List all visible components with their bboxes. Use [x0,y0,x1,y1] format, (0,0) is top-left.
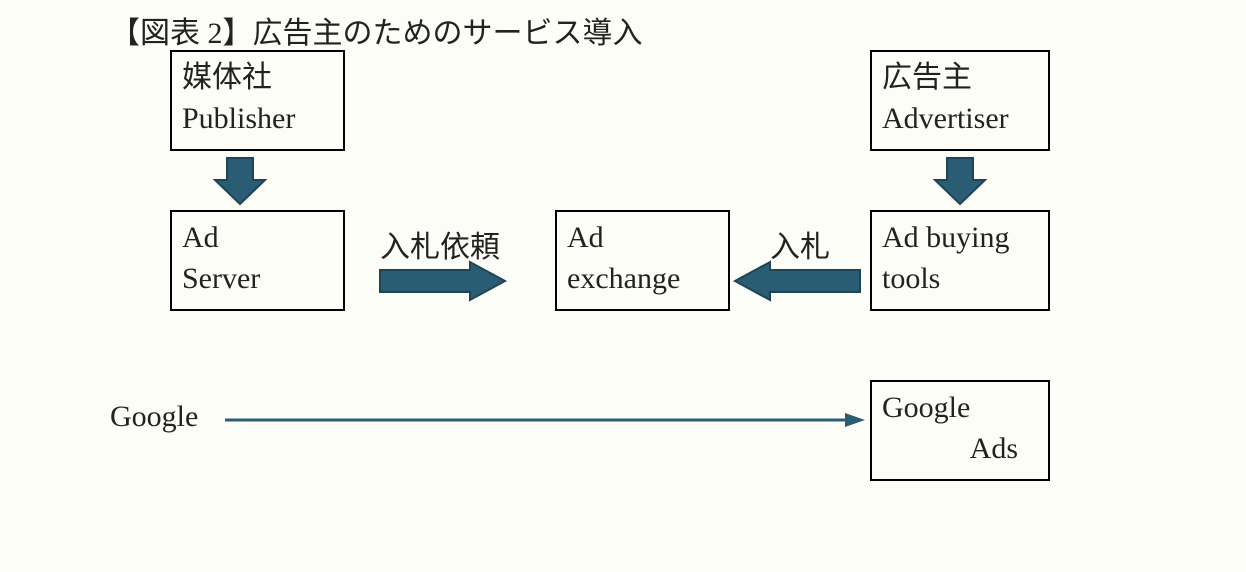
box-publisher-line2: Publisher [182,99,333,140]
box-googleads-line2: Ads [882,429,1038,470]
arrow-long-right-icon [225,410,865,430]
label-bidrequest: 入札依頼 [380,222,500,266]
box-adexchange-line2: exchange [567,259,718,300]
box-advertiser-line2: Advertiser [882,99,1038,140]
arrow-right-icon [380,262,505,300]
arrow-left-icon [735,262,860,300]
box-adexchange-line1: Ad [567,218,718,259]
box-advertiser: 広告主 Advertiser [870,50,1050,151]
box-adserver: Ad Server [170,210,345,311]
box-googleads-line1: Google [882,388,1038,429]
label-google: Google [110,400,198,434]
figure-title: 【図表 2】広告主のためのサービス導入 [110,8,643,52]
box-adbuying-line2: tools [882,259,1038,300]
box-adserver-line1: Ad [182,218,333,259]
box-publisher: 媒体社 Publisher [170,50,345,151]
box-adbuying: Ad buying tools [870,210,1050,311]
arrow-down-icon [215,158,265,208]
box-publisher-line1: 媒体社 [182,58,333,99]
arrow-down-icon [935,158,985,208]
box-advertiser-line1: 広告主 [882,58,1038,99]
label-bid: 入札 [770,222,830,266]
box-googleads: Google Ads [870,380,1050,481]
box-adbuying-line1: Ad buying [882,218,1038,259]
box-adexchange: Ad exchange [555,210,730,311]
box-adserver-line2: Server [182,259,333,300]
